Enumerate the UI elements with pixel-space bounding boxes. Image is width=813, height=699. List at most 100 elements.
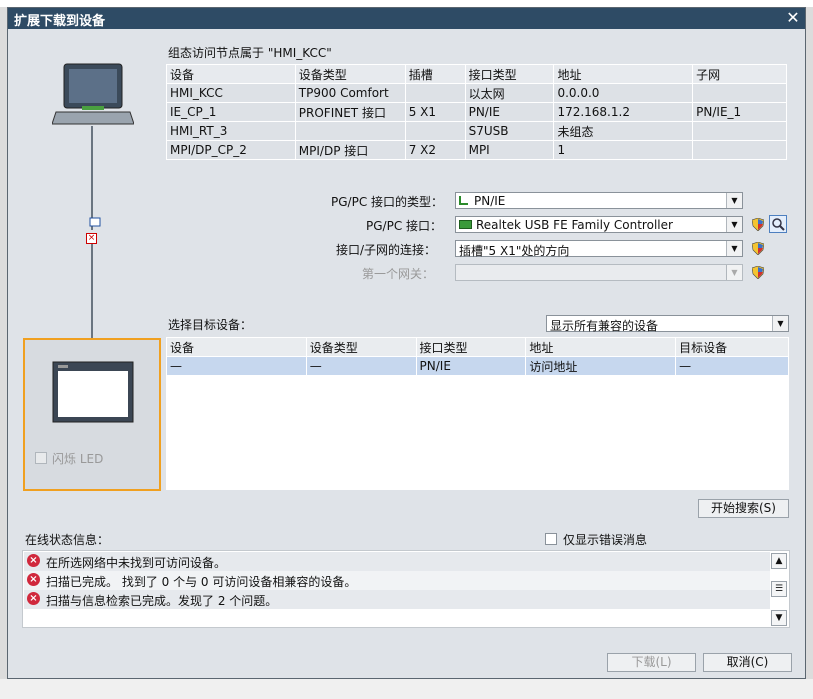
target-table-header: 设备 设备类型 接口类型 地址 目标设备 xyxy=(166,337,789,357)
pgpc-laptop-icon xyxy=(52,63,134,125)
table-cell: — xyxy=(166,356,307,376)
start-search-button[interactable]: 开始搜索(S) xyxy=(698,499,789,518)
subnet-connection-label: 接口/子网的连接： xyxy=(336,243,437,257)
table-cell: — xyxy=(675,356,789,376)
close-button[interactable]: ✕ xyxy=(785,10,801,26)
table-row: HMI_KCC TP900 Comfort 以太网 0.0.0.0 xyxy=(166,83,787,103)
error-icon: × xyxy=(27,573,40,586)
column-header: 目标设备 xyxy=(675,337,789,357)
column-header: 插槽 xyxy=(404,64,466,84)
empty-row xyxy=(166,394,789,414)
chevron-down-icon[interactable]: ▼ xyxy=(726,241,742,256)
table-cell: PN/IE_1 xyxy=(692,102,787,122)
table-row: IE_CP_1 PROFINET 接口 5 X1 PN/IE 172.168.1… xyxy=(166,102,787,122)
flash-led-checkbox[interactable] xyxy=(35,452,47,464)
errors-only-checkbox[interactable] xyxy=(545,533,557,545)
error-icon: × xyxy=(27,592,40,605)
table-cell: — xyxy=(305,356,417,376)
table-cell: 未组态 xyxy=(553,121,694,141)
title-bar: 扩展下载到设备 ✕ xyxy=(8,8,805,29)
chevron-down-icon[interactable]: ▼ xyxy=(726,265,742,280)
status-message: 扫描与信息检索已完成。发现了 2 个问题。 xyxy=(46,594,278,608)
table-row[interactable]: — — PN/IE 访问地址 — xyxy=(166,356,789,376)
config-heading: 组态访问节点属于 "HMI_KCC" xyxy=(168,46,332,60)
shield-icon[interactable] xyxy=(752,266,764,279)
target-device-label: 选择目标设备： xyxy=(168,318,253,332)
empty-row xyxy=(166,432,789,452)
pgpc-type-select[interactable]: PN/IE ▼ xyxy=(455,192,743,209)
table-cell xyxy=(692,83,787,103)
table-cell: 访问地址 xyxy=(525,356,677,376)
table-cell xyxy=(294,121,406,141)
pgpc-interface-label: PG/PC 接口： xyxy=(366,219,443,233)
chevron-down-icon[interactable]: ▼ xyxy=(726,193,742,208)
table-cell xyxy=(692,140,787,160)
network-card-icon xyxy=(459,220,472,229)
empty-row xyxy=(166,375,789,395)
device-filter-value: 显示所有兼容的设备 xyxy=(550,319,659,333)
scroll-thumb[interactable]: ☰ xyxy=(771,581,787,597)
shield-icon[interactable] xyxy=(752,242,764,255)
config-table: 设备 设备类型 插槽 接口类型 地址 子网 HMI_KCC TP900 Comf… xyxy=(166,64,787,160)
table-cell: MPI/DP 接口 xyxy=(294,140,406,160)
column-header: 地址 xyxy=(553,64,694,84)
table-cell xyxy=(404,121,466,141)
table-cell: 5 X1 xyxy=(404,102,466,122)
online-status-label: 在线状态信息： xyxy=(25,533,110,547)
column-header: 设备类型 xyxy=(305,337,417,357)
table-cell: 0.0.0.0 xyxy=(553,83,694,103)
table-cell xyxy=(404,83,466,103)
flash-led-label: 闪烁 LED xyxy=(52,452,104,466)
error-icon: × xyxy=(27,554,40,567)
list-item: × 在所选网络中未找到可访问设备。 xyxy=(24,552,770,571)
shield-icon[interactable] xyxy=(752,218,764,231)
column-header: 子网 xyxy=(692,64,787,84)
chevron-down-icon[interactable]: ▼ xyxy=(772,316,788,331)
status-message: 在所选网络中未找到可访问设备。 xyxy=(46,556,227,570)
table-cell: PN/IE xyxy=(464,102,555,122)
scroll-up-button[interactable]: ▲ xyxy=(771,553,787,569)
table-cell: PROFINET 接口 xyxy=(294,102,406,122)
table-cell xyxy=(692,121,787,141)
first-gateway-label: 第一个网关： xyxy=(362,267,435,281)
pgpc-interface-select[interactable]: Realtek USB FE Family Controller ▼ xyxy=(455,216,743,233)
cancel-button[interactable]: 取消(C) xyxy=(703,653,792,672)
table-cell: MPI/DP_CP_2 xyxy=(166,140,296,160)
table-cell: IE_CP_1 xyxy=(166,102,296,122)
column-header: 设备 xyxy=(166,64,296,84)
table-cell: 7 X2 xyxy=(404,140,466,160)
pnie-network-icon xyxy=(459,196,468,205)
column-header: 接口类型 xyxy=(415,337,527,357)
hmi-panel-icon xyxy=(52,361,134,423)
table-cell: MPI xyxy=(464,140,555,160)
pgpc-interface-value: Realtek USB FE Family Controller xyxy=(476,218,673,232)
background-app-top xyxy=(0,0,813,7)
column-header: 设备 xyxy=(166,337,307,357)
dialog-title: 扩展下载到设备 xyxy=(14,14,106,29)
empty-row xyxy=(166,470,789,490)
table-cell: PN/IE xyxy=(415,356,527,376)
table-row: MPI/DP_CP_2 MPI/DP 接口 7 X2 MPI 1 xyxy=(166,140,787,160)
download-button[interactable]: 下载(L) xyxy=(607,653,696,672)
chevron-down-icon[interactable]: ▼ xyxy=(726,217,742,232)
table-cell: TP900 Comfort xyxy=(294,83,406,103)
first-gateway-select[interactable]: ▼ xyxy=(455,264,743,281)
pgpc-type-label: PG/PC 接口的类型： xyxy=(331,195,444,209)
pgpc-type-value: PN/IE xyxy=(474,194,506,208)
table-cell: 172.168.1.2 xyxy=(553,102,694,122)
errors-only-label: 仅显示错误消息 xyxy=(563,533,648,547)
subnet-connection-select[interactable]: 插槽"5 X1"处的方向 ▼ xyxy=(455,240,743,258)
table-cell: HMI_KCC xyxy=(166,83,296,103)
status-message-list: × 在所选网络中未找到可访问设备。 × 扫描已完成。 找到了 0 个与 0 可访… xyxy=(22,550,790,628)
table-row: HMI_RT_3 S7USB 未组态 xyxy=(166,121,787,141)
device-filter-select[interactable]: 显示所有兼容的设备 ▼ xyxy=(546,315,789,333)
search-device-icon[interactable] xyxy=(769,215,787,233)
extended-download-dialog: 扩展下载到设备 ✕ × 闪烁 LED 组态访问节点属于 "HMI_KCC" 设备… xyxy=(7,7,806,679)
config-table-header: 设备 设备类型 插槽 接口类型 地址 子网 xyxy=(166,64,787,84)
scroll-down-button[interactable]: ▼ xyxy=(771,610,787,626)
table-cell: S7USB xyxy=(464,121,555,141)
table-cell: 以太网 xyxy=(464,83,555,103)
list-item: × 扫描与信息检索已完成。发现了 2 个问题。 xyxy=(24,590,770,609)
network-link-line xyxy=(89,126,101,366)
connection-error-icon: × xyxy=(86,233,97,244)
